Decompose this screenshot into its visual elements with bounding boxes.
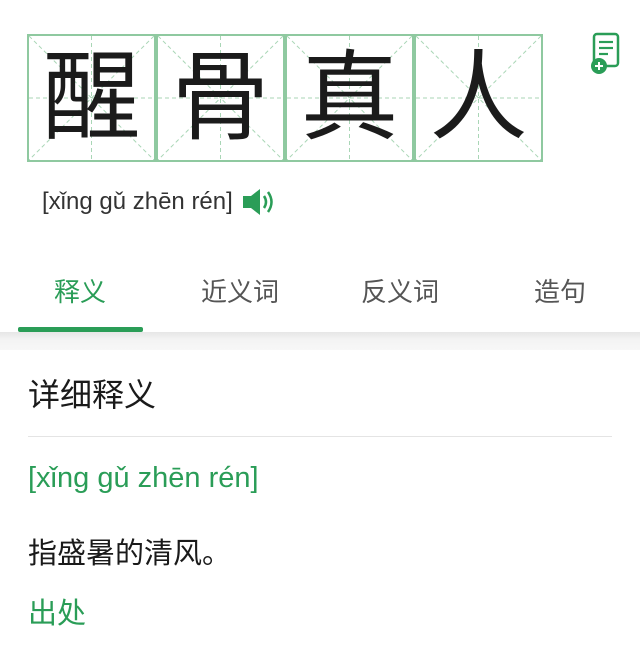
tab-label: 释义 — [53, 278, 106, 308]
character-box: 醒 — [27, 34, 156, 162]
pinyin-label: [xǐng gǔ zhēn rén] — [42, 188, 233, 215]
character: 人 — [429, 41, 528, 155]
note-add-icon[interactable] — [588, 32, 624, 76]
tab-label: 近义词 — [200, 278, 279, 308]
word-header: 醒 骨 真 人 [xǐng gǔ zhēn rén] 释义 近义词 反义词 造句 — [0, 0, 640, 334]
character-box: 人 — [414, 34, 543, 162]
character-grid-row: 醒 骨 真 人 — [27, 34, 543, 162]
character-box: 骨 — [156, 34, 285, 162]
speaker-icon[interactable] — [241, 187, 277, 217]
character-box: 真 — [285, 34, 414, 162]
definition-text: 指盛暑的清风。 — [28, 536, 232, 570]
tab-label: 反义词 — [360, 278, 439, 308]
divider — [28, 436, 612, 437]
pronunciation-row: [xǐng gǔ zhēn rén] — [42, 187, 277, 217]
section-title: 详细释义 — [28, 376, 157, 414]
detail-pinyin: [xǐng gǔ zhēn rén] — [28, 462, 259, 494]
detail-section: 详细释义 [xǐng gǔ zhēn rén] 指盛暑的清风。 出处 — [0, 350, 640, 657]
tab-bar: 释义 近义词 反义词 造句 — [0, 246, 640, 332]
tab-synonyms[interactable]: 近义词 — [160, 246, 320, 332]
tab-label: 造句 — [533, 278, 586, 308]
tab-definition[interactable]: 释义 — [0, 246, 160, 332]
character: 真 — [300, 41, 399, 155]
character: 骨 — [171, 41, 270, 155]
tab-example-sentences[interactable]: 造句 — [480, 246, 640, 332]
character: 醒 — [42, 41, 141, 155]
tab-antonyms[interactable]: 反义词 — [320, 246, 480, 332]
source-heading[interactable]: 出处 — [28, 590, 86, 632]
section-separator — [0, 332, 640, 350]
